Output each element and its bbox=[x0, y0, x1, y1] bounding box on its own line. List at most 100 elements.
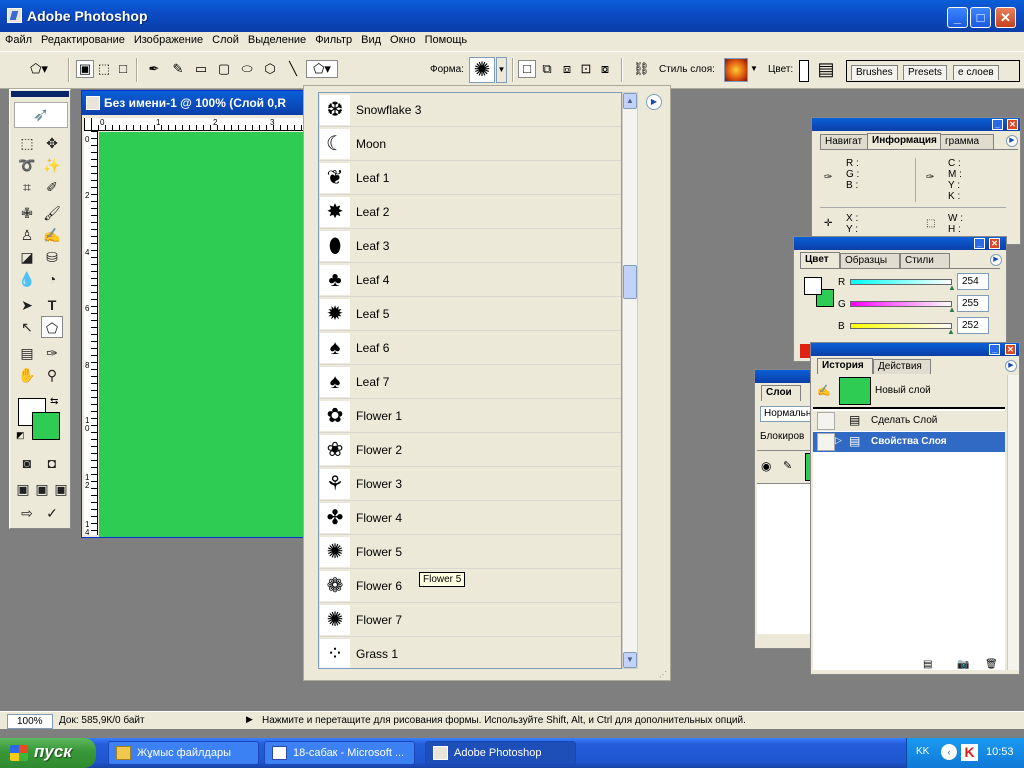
line-icon[interactable]: ╲ bbox=[284, 60, 302, 78]
add-to-shape-button[interactable]: ⧉ bbox=[538, 60, 556, 78]
tab-info[interactable]: Информация bbox=[867, 133, 941, 149]
freeform-pen-icon[interactable]: ✎ bbox=[169, 60, 187, 78]
ellipse-icon[interactable]: ⬭ bbox=[238, 60, 256, 78]
channel-slider[interactable] bbox=[850, 279, 952, 285]
shape-item[interactable]: ❀ Flower 2 bbox=[319, 433, 621, 467]
history-item-selected[interactable]: ▷ ▤ Свойства Слоя bbox=[813, 432, 1005, 452]
zoom-field[interactable]: 100% bbox=[7, 714, 53, 729]
link-icon[interactable]: ⛓ bbox=[632, 60, 650, 78]
shape-item[interactable]: ✿ Flower 1 bbox=[319, 399, 621, 433]
palette-close-button[interactable]: ✕ bbox=[989, 238, 1000, 249]
eraser-icon[interactable]: ◪ bbox=[16, 246, 38, 268]
swap-colors-icon[interactable]: ⇆ bbox=[50, 396, 58, 407]
shape-dropdown-arrow[interactable]: ▼ bbox=[496, 57, 507, 83]
status-arrow-icon[interactable]: ▶ bbox=[246, 714, 253, 725]
shape-item[interactable]: ✹ Leaf 5 bbox=[319, 297, 621, 331]
trash-icon[interactable]: 🗑 bbox=[985, 659, 998, 670]
channel-slider[interactable] bbox=[850, 301, 952, 307]
shape-item[interactable]: ✺ Flower 5 bbox=[319, 535, 621, 569]
menu-image[interactable]: Изображение bbox=[129, 32, 207, 46]
palette-minimize-button[interactable]: _ bbox=[974, 238, 985, 249]
imageready-icon[interactable]: ✓ bbox=[41, 502, 63, 524]
rectangle-icon[interactable]: ▭ bbox=[192, 60, 210, 78]
healing-brush-icon[interactable]: ✙ bbox=[16, 202, 38, 224]
palette-well-icon[interactable]: ▤ bbox=[814, 60, 838, 84]
feather-logo-icon[interactable]: ➶ bbox=[14, 102, 68, 128]
shape-preview[interactable]: ✺ bbox=[469, 57, 495, 83]
pen-tool-icon[interactable]: ✒ bbox=[145, 60, 163, 78]
taskbar-item-word[interactable]: 18-сабак - Microsoft ... bbox=[264, 741, 415, 765]
scroll-down-arrow-icon[interactable]: ▼ bbox=[623, 652, 637, 668]
menu-layer[interactable]: Слой bbox=[207, 32, 243, 46]
paint-bucket-icon[interactable]: ⛁ bbox=[41, 246, 63, 268]
minimize-button[interactable]: _ bbox=[947, 7, 968, 28]
tab-actions[interactable]: Действия bbox=[873, 359, 931, 374]
default-colors-icon[interactable]: ◩ bbox=[16, 430, 25, 441]
tab-color[interactable]: Цвет bbox=[800, 252, 840, 268]
palette-close-button[interactable]: ✕ bbox=[1005, 344, 1016, 355]
menu-select[interactable]: Выделение bbox=[243, 32, 310, 46]
toolbox-header[interactable] bbox=[11, 91, 69, 97]
close-button[interactable]: ✕ bbox=[995, 7, 1016, 28]
shape-item[interactable]: ✺ Flower 7 bbox=[319, 603, 621, 637]
history-brush-source-box[interactable] bbox=[817, 412, 835, 430]
scroll-thumb[interactable] bbox=[623, 265, 637, 299]
new-document-from-state-icon[interactable]: ▤ bbox=[923, 659, 932, 670]
canvas[interactable] bbox=[99, 132, 304, 537]
current-state-slider-icon[interactable]: ▷ bbox=[835, 435, 842, 446]
slider-handle-icon[interactable]: ▲ bbox=[948, 283, 956, 292]
dodge-icon[interactable]: ◔ bbox=[41, 268, 63, 290]
clock[interactable]: 10:53 bbox=[986, 746, 1014, 758]
layer-style-preview[interactable] bbox=[724, 58, 748, 82]
subtract-shape-button[interactable]: ⧈ bbox=[558, 60, 576, 78]
menu-filter[interactable]: Фильтр bbox=[310, 32, 356, 46]
blend-mode-select[interactable]: Нормальн bbox=[760, 406, 815, 422]
custom-shape-button[interactable]: ⬠▾ bbox=[306, 60, 338, 78]
channel-value-field[interactable]: 252 bbox=[957, 317, 989, 334]
color-swatch[interactable] bbox=[799, 60, 809, 82]
language-indicator[interactable]: KK bbox=[916, 746, 929, 757]
taskbar-item-folder[interactable]: Жұмыс файлдары bbox=[108, 741, 259, 765]
exclude-shape-button[interactable]: ⧇ bbox=[596, 60, 614, 78]
palette-menu-arrow-icon[interactable]: ▶ bbox=[1006, 135, 1018, 147]
move-icon[interactable]: ✥ bbox=[41, 132, 63, 154]
well-tab-brushes[interactable]: Brushes bbox=[851, 65, 898, 80]
shape-item[interactable]: ⁘ Grass 1 bbox=[319, 637, 621, 668]
picker-menu-arrow-icon[interactable]: ▶ bbox=[646, 94, 662, 110]
blur-icon[interactable]: 💧 bbox=[16, 268, 38, 290]
shape-item[interactable]: ✤ Flower 4 bbox=[319, 501, 621, 535]
title-bar[interactable]: Adobe Photoshop _ □ ✕ bbox=[0, 0, 1024, 32]
quick-mask-icon[interactable]: ◘ bbox=[41, 452, 63, 474]
paths-button[interactable]: ⬚ bbox=[95, 60, 113, 78]
crop-icon[interactable]: ⌗ bbox=[16, 176, 38, 198]
document-title[interactable]: Без имени-1 @ 100% (Слой 0,R bbox=[82, 91, 304, 115]
background-color-swatch[interactable] bbox=[32, 412, 60, 440]
palette-minimize-button[interactable]: _ bbox=[992, 119, 1003, 130]
custom-shape-tool-icon[interactable]: ⬠ bbox=[41, 316, 63, 338]
shape-item[interactable]: ❁ Flower 6 bbox=[319, 569, 621, 603]
palette-header[interactable] bbox=[811, 343, 1019, 356]
new-snapshot-icon[interactable]: 📷 bbox=[957, 659, 969, 670]
shape-list-scrollbar[interactable]: ▲ ▼ bbox=[622, 92, 638, 669]
polygon-icon[interactable]: ⬡ bbox=[261, 60, 279, 78]
type-icon[interactable]: T bbox=[41, 294, 63, 316]
history-scrollbar[interactable] bbox=[1007, 375, 1019, 670]
channel-value-field[interactable]: 254 bbox=[957, 273, 989, 290]
lasso-icon[interactable]: ➰ bbox=[16, 154, 38, 176]
shape-item[interactable]: ♠ Leaf 6 bbox=[319, 331, 621, 365]
layer-row[interactable]: ◉ ✎ bbox=[757, 450, 815, 484]
channel-value-field[interactable]: 255 bbox=[957, 295, 989, 312]
marquee-icon[interactable]: ⬚ bbox=[16, 132, 38, 154]
tab-histogram[interactable]: грамма bbox=[940, 134, 994, 149]
foreground-color-chip[interactable] bbox=[804, 277, 822, 295]
well-tab-presets[interactable]: Presets bbox=[903, 65, 947, 80]
menu-file[interactable]: Файл bbox=[0, 32, 36, 46]
shape-item[interactable]: ❆ Snowflake 3 bbox=[319, 93, 621, 127]
history-item[interactable]: ▤ Сделать Слой bbox=[813, 411, 1005, 431]
menu-window[interactable]: Окно bbox=[385, 32, 420, 46]
shape-item[interactable]: ♠ Leaf 7 bbox=[319, 365, 621, 399]
fill-pixels-button[interactable]: □ bbox=[114, 60, 132, 78]
slider-handle-icon[interactable]: ▲ bbox=[948, 305, 956, 314]
resize-grip-icon[interactable]: ⋰ bbox=[659, 670, 667, 679]
jump-to-imageready-icon[interactable]: ⇨ bbox=[16, 502, 38, 524]
